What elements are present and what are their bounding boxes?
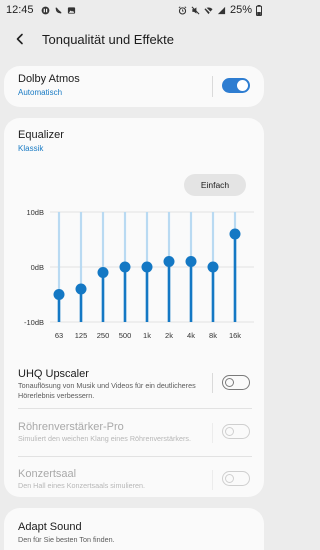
divider-vertical (212, 76, 213, 97)
divider (18, 456, 252, 457)
media-icon (41, 6, 49, 14)
eq-slider-knob[interactable] (119, 261, 131, 273)
divider-vertical (212, 423, 213, 443)
eq-band-label: 16k (229, 331, 241, 340)
battery-icon (256, 4, 262, 16)
adapt-sound-title: Adapt Sound (18, 521, 82, 533)
dolby-atmos-title: Dolby Atmos (18, 73, 80, 85)
divider-vertical (212, 470, 213, 490)
divider-vertical (212, 373, 213, 393)
eq-slider-knob[interactable] (229, 228, 241, 240)
equalizer-graph[interactable]: 10dB 0dB -10dB 63 125 250 500 1k 2k 4k 8k 16k (4, 204, 264, 344)
alarm-icon (178, 5, 187, 15)
back-button[interactable] (0, 22, 40, 56)
status-bar: 12:45 25% (0, 0, 268, 20)
toggle-knob (225, 377, 234, 387)
option-desc: Den Hall eines Konzertsaals simulieren. (18, 481, 146, 490)
eq-slider-knob[interactable] (141, 261, 153, 273)
image-icon (67, 6, 75, 14)
eq-band-label: 125 (75, 331, 88, 340)
eq-slider-knob[interactable] (53, 289, 65, 300)
toggle-knob (225, 426, 234, 436)
eq-band-label: 1k (143, 331, 151, 340)
y-axis-label: 10dB (26, 208, 44, 217)
toggle-knob (225, 473, 234, 483)
y-axis-label: 0dB (31, 263, 44, 272)
uhq-upscaler-toggle[interactable] (222, 375, 250, 390)
wifi-off-icon (204, 5, 213, 15)
divider (18, 408, 252, 409)
dolby-atmos-card[interactable]: Dolby Atmos Automatisch (4, 66, 264, 107)
y-axis-label: -10dB (24, 318, 44, 327)
eq-band-label: 250 (97, 331, 110, 340)
dolby-atmos-toggle[interactable] (222, 78, 250, 93)
option-desc: Tonauflösung von Musik und Videos für ei… (18, 381, 196, 400)
page-title: Tonqualität und Effekte (42, 31, 175, 47)
app-bar: Tonqualität und Effekte (0, 22, 268, 56)
eq-slider-knob[interactable] (163, 256, 175, 267)
eq-band-label: 8k (209, 331, 217, 340)
adapt-sound-card[interactable]: Adapt Sound Den für Sie besten Ton finde… (4, 508, 264, 550)
eq-slider-knob[interactable] (97, 267, 109, 278)
signal-icon (217, 6, 226, 14)
eq-band-label: 500 (119, 331, 132, 340)
no-call-icon (54, 6, 62, 14)
clock: 12:45 (6, 4, 34, 16)
toggle-knob (237, 80, 248, 91)
simple-mode-button[interactable]: Einfach (184, 174, 246, 196)
equalizer-title: Equalizer (18, 129, 64, 141)
option-desc: Simuliert den weichen Klang eines Röhren… (18, 434, 191, 443)
eq-slider-knob[interactable] (185, 256, 197, 267)
adapt-sound-desc: Den für Sie besten Ton finden. (18, 535, 115, 544)
equalizer-preset: Klassik (18, 144, 44, 153)
back-arrow-icon (16, 33, 23, 45)
option-title: Röhrenverstärker-Pro (18, 421, 124, 433)
equalizer-card: Equalizer Klassik Einfach 10dB 0dB -10dB 63… (4, 118, 264, 497)
eq-band-label: 4k (187, 331, 195, 340)
eq-band-label: 63 (55, 331, 63, 340)
mute-icon (191, 6, 200, 14)
eq-band-label: 2k (165, 331, 173, 340)
tube-amp-toggle[interactable] (222, 424, 250, 439)
option-title: Konzertsaal (18, 468, 77, 480)
battery-percent: 25% (229, 4, 252, 16)
dolby-atmos-mode: Automatisch (18, 88, 63, 97)
eq-slider-knob[interactable] (207, 261, 219, 273)
concert-hall-toggle[interactable] (222, 471, 250, 486)
option-title: UHQ Upscaler (18, 368, 89, 380)
eq-slider-knob[interactable] (75, 283, 87, 295)
